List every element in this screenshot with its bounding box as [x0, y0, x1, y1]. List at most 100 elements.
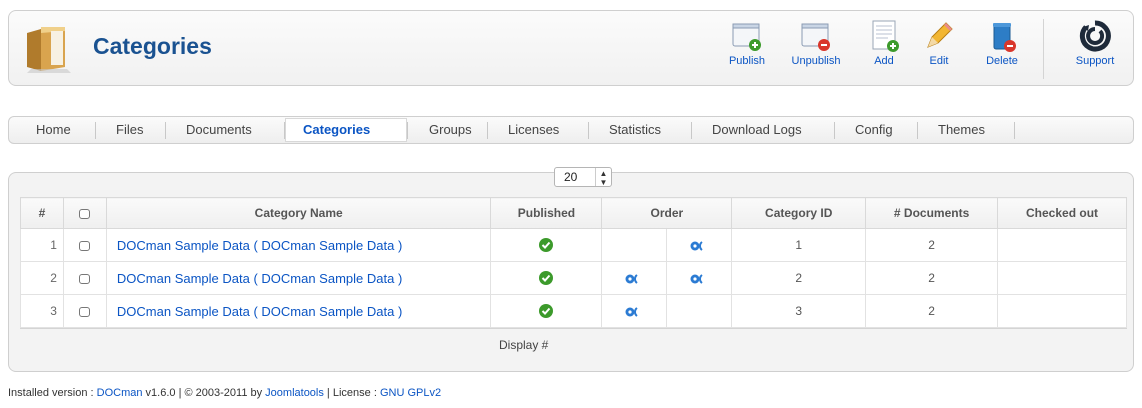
table-row: 1 DOCman Sample Data ( DOCman Sample Dat…	[20, 228, 1127, 262]
company-link[interactable]: Joomlatools	[265, 387, 324, 399]
category-link[interactable]: DOCman Sample Data ( DOCman Sample Data …	[117, 271, 402, 286]
row-checkbox[interactable]	[79, 240, 91, 251]
row-number: 1	[20, 228, 64, 262]
move-down-icon[interactable]	[690, 273, 708, 285]
trash-icon	[993, 23, 1016, 52]
toolbar-separator	[1043, 19, 1044, 79]
published-check-icon[interactable]	[538, 303, 554, 319]
edit-label: Edit	[929, 55, 949, 67]
select-all-checkbox[interactable]	[79, 208, 91, 219]
col-header-order[interactable]: Order	[601, 197, 733, 229]
support-logo-icon	[1079, 20, 1111, 52]
delete-label: Delete	[986, 55, 1018, 67]
col-header-id[interactable]: Category ID	[731, 197, 867, 229]
category-id-cell: 2	[731, 261, 867, 295]
checked-out-cell	[997, 294, 1127, 328]
unpublish-button[interactable]: Unpublish	[783, 17, 849, 81]
row-select-cell	[62, 294, 107, 328]
documents-count-cell: 2	[865, 261, 999, 295]
col-header-checked[interactable]: Checked out	[997, 197, 1127, 229]
row-select-cell	[62, 261, 107, 295]
unpublish-icon	[801, 23, 830, 51]
category-name-cell: DOCman Sample Data ( DOCman Sample Data …	[105, 294, 492, 328]
tab-groups[interactable]: Groups	[429, 122, 472, 137]
categories-table: # Category Name Published Order Category…	[20, 197, 1127, 328]
footer-license-text: | License :	[323, 387, 380, 399]
order-up-cell	[601, 228, 668, 262]
tab-licenses[interactable]: Licenses	[508, 122, 559, 137]
page-title: Categories	[93, 33, 212, 59]
checked-out-cell	[997, 261, 1127, 295]
unpublish-label: Unpublish	[791, 55, 841, 67]
installed-version-footer: Installed version : DOCman v1.6.0 | © 20…	[8, 387, 441, 399]
pencil-icon	[927, 22, 953, 48]
documents-count-cell: 2	[865, 228, 999, 262]
categories-panel: # Category Name Published Order Category…	[8, 172, 1134, 372]
tab-themes[interactable]: Themes	[938, 122, 985, 137]
folder-icon	[27, 27, 71, 73]
category-link[interactable]: DOCman Sample Data ( DOCman Sample Data …	[117, 304, 402, 319]
documents-count-cell: 2	[865, 294, 999, 328]
order-down-cell	[666, 294, 733, 328]
tab-download-logs[interactable]: Download Logs	[712, 122, 802, 137]
pagination-bar: Display #	[20, 328, 1127, 364]
row-checkbox[interactable]	[79, 306, 91, 317]
publish-icon	[732, 23, 761, 51]
col-header-docs[interactable]: # Documents	[865, 197, 999, 229]
footer-version: v1.6.0 | © 2003-2011 by	[142, 387, 266, 399]
row-number: 2	[20, 261, 64, 295]
publish-button[interactable]: Publish	[721, 17, 773, 81]
add-label: Add	[874, 55, 894, 67]
move-up-icon[interactable]	[625, 273, 643, 285]
display-limit-value: 20	[564, 170, 578, 184]
support-button[interactable]: Support	[1065, 17, 1125, 81]
tab-documents[interactable]: Documents	[186, 122, 252, 137]
order-down-cell	[666, 261, 733, 295]
move-up-icon[interactable]	[625, 306, 643, 318]
tab-files[interactable]: Files	[116, 122, 143, 137]
category-name-cell: DOCman Sample Data ( DOCman Sample Data …	[105, 228, 492, 262]
toolbar-header: Categories Publish Unpublish Add Edit De…	[8, 10, 1134, 86]
published-cell	[490, 261, 603, 295]
order-up-cell	[601, 294, 668, 328]
tab-categories[interactable]: Categories	[303, 122, 370, 137]
edit-button[interactable]: Edit	[919, 17, 959, 81]
order-down-cell	[666, 228, 733, 262]
col-header-select	[62, 197, 107, 229]
published-cell	[490, 228, 603, 262]
select-arrows-icon: ▲ ▼	[595, 168, 611, 187]
delete-button[interactable]: Delete	[977, 17, 1027, 81]
col-header-num: #	[20, 197, 64, 229]
footer-prefix: Installed version :	[8, 387, 97, 399]
published-cell	[490, 294, 603, 328]
col-header-name[interactable]: Category Name	[105, 197, 492, 229]
row-checkbox[interactable]	[79, 273, 91, 284]
support-label: Support	[1075, 55, 1115, 67]
submenu-nav: Home Files Documents Categories Groups L…	[8, 116, 1134, 144]
col-header-published[interactable]: Published	[490, 197, 603, 229]
add-document-icon	[872, 20, 899, 52]
add-button[interactable]: Add	[861, 17, 907, 81]
category-id-cell: 1	[731, 228, 867, 262]
published-check-icon[interactable]	[538, 237, 554, 253]
category-name-cell: DOCman Sample Data ( DOCman Sample Data …	[105, 261, 492, 295]
license-link[interactable]: GNU GPLv2	[380, 387, 441, 399]
product-link[interactable]: DOCman	[97, 387, 143, 399]
category-link[interactable]: DOCman Sample Data ( DOCman Sample Data …	[117, 238, 402, 253]
checked-out-cell	[997, 228, 1127, 262]
move-down-icon[interactable]	[690, 240, 708, 252]
row-select-cell	[62, 228, 107, 262]
category-id-cell: 3	[731, 294, 867, 328]
order-up-cell	[601, 261, 668, 295]
published-check-icon[interactable]	[538, 270, 554, 286]
display-label: Display #	[499, 338, 549, 352]
display-limit-select[interactable]: 20 ▲ ▼	[554, 167, 612, 187]
row-number: 3	[20, 294, 64, 328]
tab-statistics[interactable]: Statistics	[609, 122, 661, 137]
tab-config[interactable]: Config	[855, 122, 893, 137]
table-row: 3 DOCman Sample Data ( DOCman Sample Dat…	[20, 294, 1127, 328]
publish-label: Publish	[728, 55, 766, 67]
table-header-row: # Category Name Published Order Category…	[20, 197, 1127, 229]
table-row: 2 DOCman Sample Data ( DOCman Sample Dat…	[20, 261, 1127, 295]
tab-home[interactable]: Home	[36, 122, 71, 137]
